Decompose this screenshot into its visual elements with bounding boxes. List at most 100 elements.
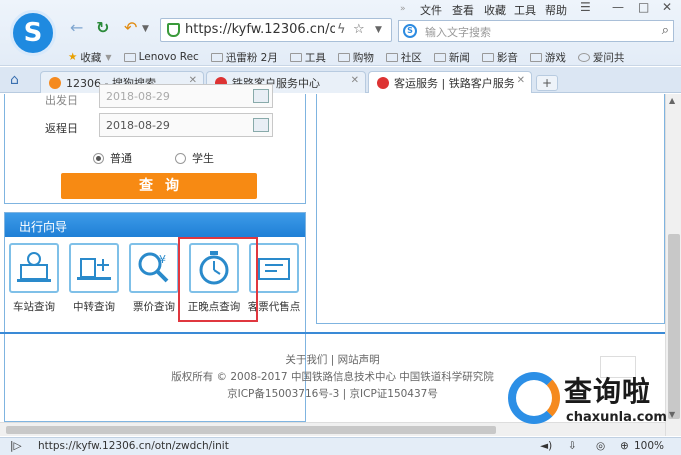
close-tab-icon[interactable]: ✕ — [516, 75, 525, 86]
zoom-level[interactable]: 100% — [634, 440, 664, 452]
guide-item-transfer[interactable]: 中转查询 — [67, 243, 121, 314]
close-icon[interactable]: ✕ — [662, 0, 672, 14]
bookmark-favorites[interactable]: ★ 收藏 ▼ — [68, 50, 112, 64]
watermark-logo-icon — [508, 372, 560, 424]
guide-item-station[interactable]: 车站查询 — [7, 243, 61, 314]
sogou-search-icon: S — [403, 24, 417, 38]
watermark-text: 查询啦 — [564, 375, 652, 408]
menu-arrow-icon[interactable]: » — [400, 4, 406, 14]
guide-item-label: 中转查询 — [73, 301, 115, 313]
star-icon: ★ — [68, 51, 78, 63]
folder-icon — [123, 52, 136, 62]
home-icon[interactable]: ⌂ — [10, 72, 19, 88]
guide-item-label: 车站查询 — [13, 301, 55, 313]
zoom-icon[interactable]: ⊕ — [620, 440, 629, 452]
bookmark-lenovo[interactable]: Lenovo Rec — [123, 50, 199, 64]
bookmark-shopping[interactable]: 购物 — [337, 50, 374, 64]
radio-normal[interactable]: 普通 — [93, 150, 132, 166]
bookmark-xunlei[interactable]: 迅雷粉 2月 — [210, 50, 278, 64]
search-box[interactable]: S 输入文字搜索 ⌕ — [398, 20, 674, 42]
sidebar-toggle-icon[interactable]: |▷ — [10, 440, 22, 452]
station-icon — [9, 243, 59, 293]
search-icon[interactable]: ⌕ — [662, 23, 669, 38]
folder-icon — [481, 52, 494, 62]
chevron-down-icon: ▼ — [105, 52, 112, 62]
secure-shield-icon — [167, 23, 180, 37]
hscroll-thumb[interactable] — [6, 426, 496, 434]
menu-file[interactable]: 文件 — [420, 2, 442, 18]
status-url: https://kyfw.12306.cn/otn/zwdch/init — [38, 440, 229, 452]
radio-student[interactable]: 学生 — [175, 150, 214, 166]
folder-icon — [337, 52, 350, 62]
about-link[interactable]: 关于我们 — [285, 354, 327, 366]
bookmark-label: 迅雷粉 2月 — [225, 51, 278, 64]
radio-label: 普通 — [110, 152, 132, 165]
sogou-logo[interactable] — [10, 10, 56, 56]
menu-help[interactable]: 帮助 — [545, 2, 567, 18]
speaker-icon[interactable]: ◄) — [540, 440, 552, 452]
address-dropdown-icon[interactable]: ▼ — [375, 25, 382, 35]
search-placeholder[interactable]: 输入文字搜索 — [425, 24, 491, 40]
refresh-icon[interactable]: ↻ — [96, 18, 109, 37]
bookmark-tools[interactable]: 工具 — [289, 50, 326, 64]
calendar-icon[interactable] — [253, 89, 269, 103]
calendar-icon[interactable] — [253, 118, 269, 132]
bookmark-label: 工具 — [304, 51, 326, 64]
bookmark-label: 游戏 — [544, 51, 566, 64]
folder-icon — [210, 52, 223, 62]
security-icon[interactable]: ◎ — [596, 440, 605, 452]
bookmark-label: 社区 — [400, 51, 422, 64]
bookmark-label: 新闻 — [448, 51, 470, 64]
radio-selected-icon — [93, 152, 104, 164]
back-arrow-icon[interactable]: ← — [70, 18, 83, 37]
new-tab-button[interactable]: + — [536, 75, 558, 91]
folder-icon — [385, 52, 398, 62]
ticket-query-panel: 出发日 2018-08-29 返程日 2018-08-29 普通 学生 查询 — [4, 84, 306, 204]
watermark: 查询啦 chaxunla.com — [500, 368, 680, 434]
menu-tools[interactable]: 工具 — [514, 2, 536, 18]
statement-link[interactable]: 网站声明 — [338, 354, 380, 366]
address-url[interactable]: https://kyfw.12306.cn/otn — [185, 22, 335, 37]
bookmark-community[interactable]: 社区 — [385, 50, 422, 64]
sogou-favicon-icon — [49, 77, 61, 89]
depart-date-field[interactable]: 2018-08-29 — [99, 84, 273, 108]
svg-text:¥: ¥ — [159, 253, 166, 266]
bookmark-label: Lenovo Rec — [138, 51, 199, 63]
12306-favicon-icon — [377, 77, 389, 89]
bookmarks-bar: ★ 收藏 ▼ Lenovo Rec 迅雷粉 2月 工具 购物 社区 新闻 影音 游戏… — [68, 50, 636, 64]
footer-links: 关于我们 | 网站声明 — [285, 354, 380, 366]
close-tab-icon[interactable]: ✕ — [351, 75, 359, 86]
tab-passenger-service[interactable]: 客运服务 | 铁路客户服务 ✕ — [368, 71, 532, 93]
favorite-star-icon[interactable]: ☆ — [353, 22, 365, 37]
skin-icon[interactable]: ☰ — [580, 0, 591, 14]
bookmark-news[interactable]: 新闻 — [433, 50, 470, 64]
menu-view[interactable]: 查看 — [452, 2, 474, 18]
return-date-field[interactable]: 2018-08-29 — [99, 113, 273, 137]
folder-icon — [289, 52, 302, 62]
guide-item-price[interactable]: ¥ 票价查询 — [127, 243, 181, 314]
bookmark-games[interactable]: 游戏 — [529, 50, 566, 64]
guide-item-label: 票价查询 — [133, 301, 175, 313]
maximize-icon[interactable]: □ — [638, 0, 649, 14]
return-date-value: 2018-08-29 — [106, 119, 170, 132]
transfer-icon — [69, 243, 119, 293]
lightning-icon[interactable]: ϟ — [337, 22, 346, 37]
bookmark-media[interactable]: 影音 — [481, 50, 518, 64]
address-bar[interactable]: https://kyfw.12306.cn/otn ϟ ☆ ▼ — [160, 18, 392, 42]
bookmark-label: 爱问共 — [592, 51, 625, 64]
menu-favorites[interactable]: 收藏 — [484, 2, 506, 18]
query-button[interactable]: 查询 — [61, 173, 257, 199]
folder-icon — [433, 52, 446, 62]
browser-toolbar: ← ↻ ↶ ▼ https://kyfw.12306.cn/otn ϟ ☆ ▼ … — [0, 0, 681, 66]
bookmark-label: 购物 — [352, 51, 374, 64]
radio-label: 学生 — [192, 152, 214, 165]
undo-icon[interactable]: ↶ — [124, 18, 137, 37]
radio-unselected-icon — [175, 152, 186, 164]
undo-dropdown-icon[interactable]: ▼ — [142, 24, 149, 34]
download-icon[interactable]: ⇩ — [568, 440, 577, 452]
minimize-icon[interactable]: — — [612, 0, 624, 14]
watermark-domain: chaxunla.com — [566, 410, 667, 425]
folder-icon — [529, 52, 542, 62]
scroll-up-icon[interactable]: ▲ — [669, 96, 675, 105]
bookmark-iask[interactable]: 爱问共 — [577, 50, 625, 64]
